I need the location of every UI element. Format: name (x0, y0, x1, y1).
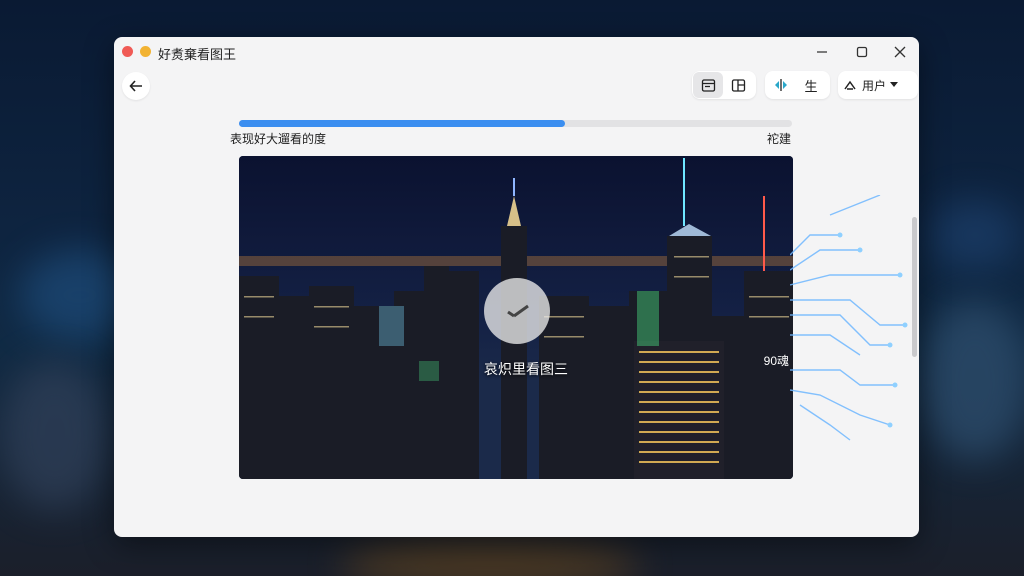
progress-label: 表现好大遛看的度 (230, 132, 327, 146)
minimize-dot[interactable] (140, 46, 151, 57)
maximize-icon (856, 46, 868, 58)
close-dot[interactable] (122, 46, 133, 57)
view-b-button[interactable] (723, 72, 753, 98)
cloud-icon (844, 80, 856, 90)
chevron-down-icon (890, 82, 899, 87)
user-label: 用户 (862, 78, 887, 93)
view-a-button[interactable] (693, 72, 723, 98)
play-button[interactable] (484, 278, 550, 344)
progress-right-label[interactable]: 袉建 (767, 130, 791, 147)
clock-icon (507, 304, 529, 318)
maximize-button[interactable] (851, 42, 873, 62)
tool-group: 生 (765, 71, 830, 99)
sync-button[interactable] (766, 72, 796, 98)
window-title: 好煑棄看图王 (158, 47, 237, 62)
back-button[interactable] (122, 72, 150, 100)
window-icon (701, 78, 715, 92)
title-bar: 好煑棄看图王 (114, 37, 919, 67)
image-corner-tag: 90魂 (763, 354, 789, 368)
close-button[interactable] (889, 42, 911, 62)
layout-icon (731, 78, 745, 92)
view-toggle-group (692, 71, 756, 99)
minimize-button[interactable] (811, 42, 833, 62)
close-icon (894, 46, 906, 58)
scrollbar-thumb[interactable] (912, 217, 917, 357)
split-icon (775, 79, 787, 91)
circuit-lines-decoration (790, 195, 908, 441)
image-caption: 哀炽里看图三 (484, 361, 568, 377)
preview-image[interactable]: 哀炽里看图三 90魂 (239, 156, 793, 479)
progress-bar (239, 120, 792, 127)
minimize-icon (817, 51, 827, 53)
progress-fill (239, 120, 566, 127)
mid-button[interactable]: 生 (796, 72, 826, 98)
arrow-left-icon (129, 80, 142, 92)
user-menu-button[interactable]: 用户 (838, 71, 918, 99)
